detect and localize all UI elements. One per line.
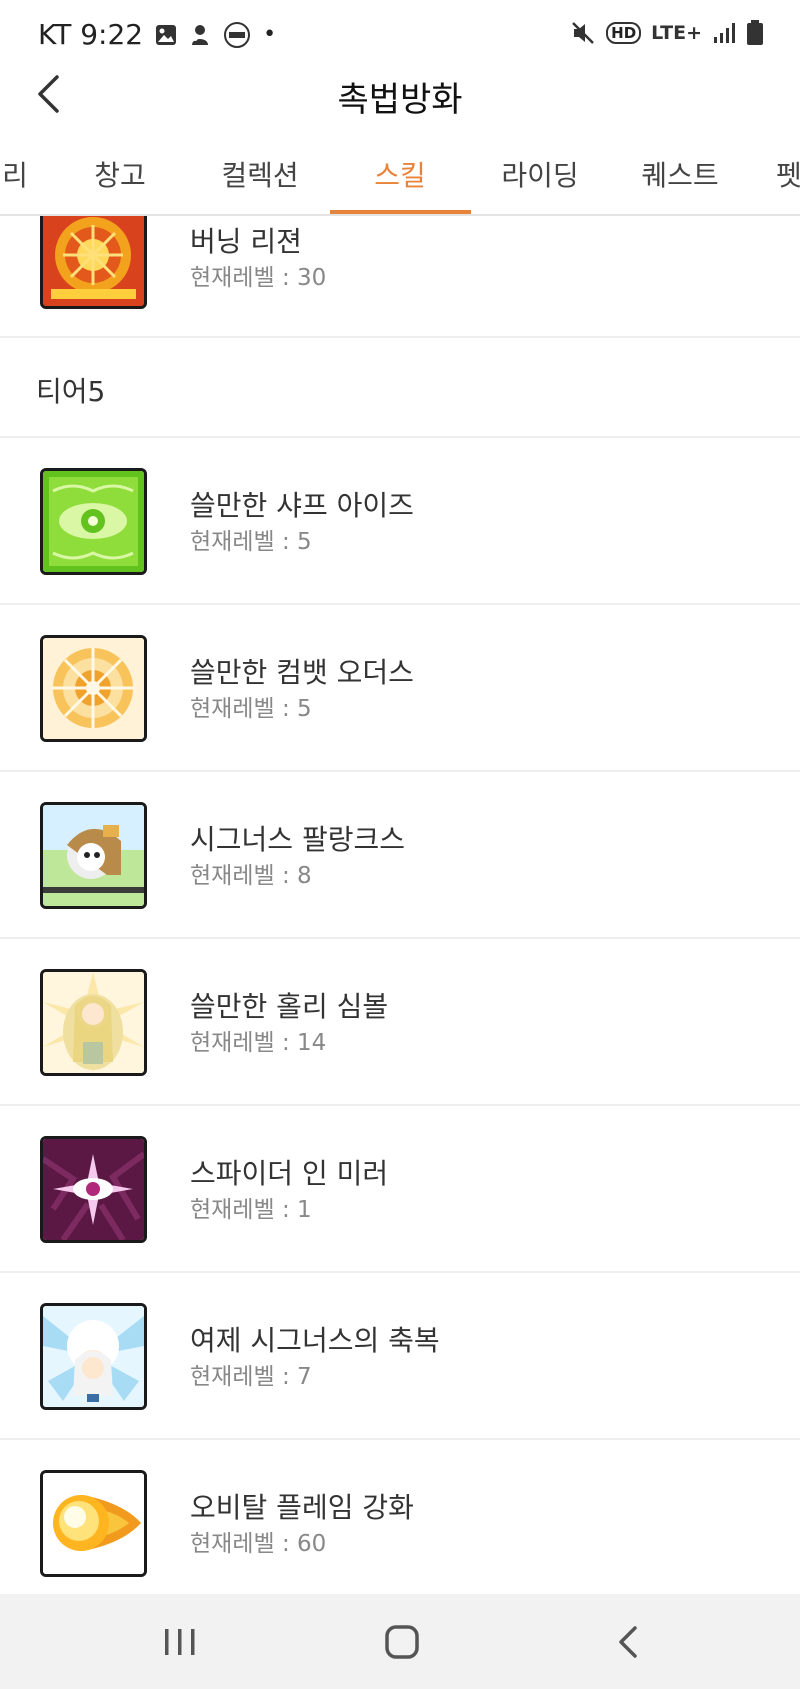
cygnus-phalanx-icon [40,802,147,909]
skill-name: 오비탈 플레임 강화 [190,1491,414,1524]
holy-symbol-icon [40,969,147,1076]
spider-in-mirror-icon [40,1136,147,1243]
recent-apps-button[interactable] [150,1616,210,1668]
status-left: KT 9:22 • [38,18,276,51]
tab-quest[interactable]: 퀘스트 [620,154,740,214]
list-item[interactable]: 스파이더 인 미러 현재레벨 : 1 [0,1106,800,1273]
app-icon [189,23,211,47]
status-bar: KT 9:22 • HD LTE+ [0,0,800,70]
skill-level: 현재레벨 : 7 [190,1364,312,1390]
skill-name: 쓸만한 컴뱃 오더스 [190,656,414,689]
battery-icon [746,20,764,46]
skill-name: 스파이더 인 미러 [190,1157,389,1190]
list-item[interactable]: 쓸만한 샤프 아이즈 현재레벨 : 5 [0,438,800,605]
home-button[interactable] [372,1616,432,1668]
list-item[interactable]: 쓸만한 컴뱃 오더스 현재레벨 : 5 [0,605,800,772]
skill-name: 버닝 리젼 [190,225,302,258]
tab-riding[interactable]: 라이딩 [480,154,600,214]
lte-icon: LTE+ [651,22,702,44]
nav-back-button[interactable] [598,1616,658,1668]
page-title: 촉법방화 [337,80,463,120]
list-item[interactable]: 버닝 리젼 현재레벨 : 30 [0,216,800,338]
sharp-eyes-icon [40,468,147,575]
tab-pet[interactable]: 펫 [776,154,800,214]
skill-level: 현재레벨 : 1 [190,1197,312,1223]
tab-bar: 리 창고 컬렉션 스킬 라이딩 퀘스트 펫 [0,140,800,216]
tab-skill[interactable]: 스킬 [340,154,460,214]
recent-apps-icon [165,1629,195,1655]
hd-icon: HD [606,22,642,44]
skill-level: 현재레벨 : 8 [190,863,312,889]
burning-region-icon [40,216,147,309]
skill-list[interactable]: 버닝 리젼 현재레벨 : 30 티어5 쓸만한 샤프 아이즈 현재레벨 : 5 [0,216,800,1594]
skill-level: 현재레벨 : 60 [190,1531,327,1557]
hd-label: HD [611,24,637,42]
tier-header: 티어5 [0,338,800,438]
system-nav-bar [0,1594,800,1689]
skill-level: 현재레벨 : 14 [190,1030,327,1056]
list-item[interactable]: 시그너스 팔랑크스 현재레벨 : 8 [0,772,800,939]
home-icon [385,1625,419,1659]
status-right: HD LTE+ [570,20,764,46]
app-header: 촉법방화 [0,64,800,126]
tier-label: 티어5 [36,375,106,408]
signal-icon [712,21,736,45]
empress-blessing-icon [40,1303,147,1410]
image-icon [155,24,177,46]
tab-storage[interactable]: 창고 [60,154,180,214]
skill-name: 쓸만한 샤프 아이즈 [190,489,414,522]
dashin-icon [223,21,251,49]
back-icon [619,1626,637,1658]
mute-icon [570,20,596,46]
skill-name: 시그너스 팔랑크스 [190,823,405,856]
tab-partial-left[interactable]: 리 [0,154,40,214]
carrier-time: KT 9:22 [38,18,144,51]
list-item[interactable]: 오비탈 플레임 강화 현재레벨 : 60 [0,1440,800,1594]
lte-label: LTE+ [651,22,702,44]
status-dot: • [263,22,277,47]
skill-level: 현재레벨 : 30 [190,265,327,291]
combat-orders-icon [40,635,147,742]
list-item[interactable]: 쓸만한 홀리 심볼 현재레벨 : 14 [0,939,800,1106]
skill-level: 현재레벨 : 5 [190,696,312,722]
orbital-flame-icon [40,1470,147,1577]
list-item[interactable]: 여제 시그너스의 축복 현재레벨 : 7 [0,1273,800,1440]
skill-name: 여제 시그너스의 축복 [190,1324,440,1357]
skill-name: 쓸만한 홀리 심볼 [190,990,389,1023]
skill-level: 현재레벨 : 5 [190,529,312,555]
tab-collection[interactable]: 컬렉션 [200,154,320,214]
